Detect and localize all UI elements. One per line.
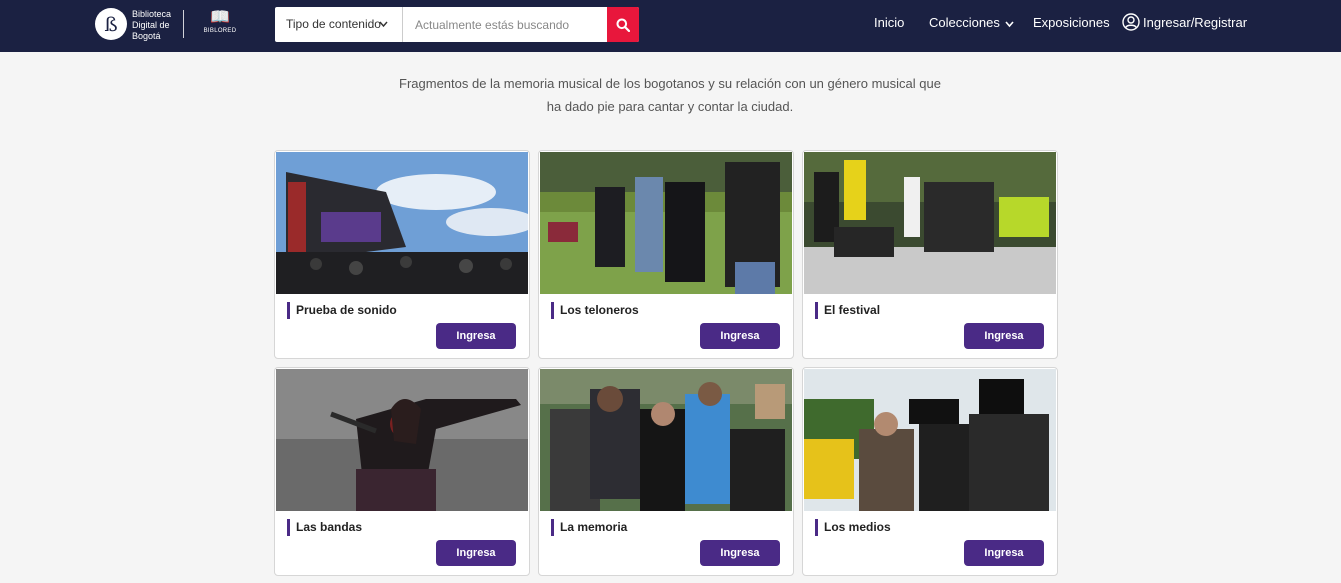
ingresa-button[interactable]: Ingresa bbox=[964, 323, 1044, 349]
card-title: Prueba de sonido bbox=[287, 302, 397, 319]
card-image[interactable] bbox=[276, 152, 528, 294]
card-title: El festival bbox=[815, 302, 880, 319]
content-type-label: Tipo de contenido bbox=[286, 17, 381, 31]
search-button[interactable] bbox=[607, 7, 639, 42]
chevron-down-icon bbox=[1005, 16, 1014, 32]
collection-card: Las bandas Ingresa bbox=[274, 367, 530, 576]
collection-card: Los medios Ingresa bbox=[802, 367, 1058, 576]
search-icon bbox=[616, 18, 630, 32]
search-input[interactable] bbox=[404, 7, 607, 42]
biblored-logo[interactable]: 📖 BIBLORED bbox=[199, 8, 241, 42]
intro-line-1: Fragmentos de la memoria musical de los … bbox=[399, 76, 941, 91]
nav-exposiciones[interactable]: Exposiciones bbox=[1033, 15, 1110, 31]
top-navigation-bar: ß Biblioteca Digital de Bogotá 📖 BIBLORE… bbox=[0, 0, 1341, 52]
card-image[interactable] bbox=[540, 152, 792, 294]
logo-text[interactable]: Biblioteca Digital de Bogotá bbox=[132, 9, 180, 42]
nav-login[interactable]: Ingresar/Registrar bbox=[1122, 13, 1248, 31]
book-icon: 📖 bbox=[210, 9, 230, 26]
nav-inicio[interactable]: Inicio bbox=[874, 15, 904, 31]
card-image[interactable] bbox=[276, 369, 528, 511]
ingresa-button[interactable]: Ingresa bbox=[436, 540, 516, 566]
intro-line-2: ha dado pie para cantar y contar la ciud… bbox=[546, 99, 794, 114]
logo-divider bbox=[183, 10, 184, 38]
nav-colecciones[interactable]: Colecciones bbox=[929, 15, 1014, 32]
ingresa-button[interactable]: Ingresa bbox=[700, 540, 780, 566]
card-image[interactable] bbox=[540, 369, 792, 511]
card-title: Los teloneros bbox=[551, 302, 639, 319]
card-image[interactable] bbox=[804, 369, 1056, 511]
ingresa-button[interactable]: Ingresa bbox=[964, 540, 1044, 566]
login-label: Ingresar/Registrar bbox=[1143, 15, 1248, 30]
ingresa-button[interactable]: Ingresa bbox=[436, 323, 516, 349]
card-title: La memoria bbox=[551, 519, 627, 536]
collection-card: El festival Ingresa bbox=[802, 150, 1058, 359]
biblored-logo-text: BIBLORED bbox=[203, 28, 237, 34]
collection-card: Los teloneros Ingresa bbox=[538, 150, 794, 359]
content-type-select[interactable]: Tipo de contenido bbox=[275, 7, 403, 42]
card-title: Los medios bbox=[815, 519, 891, 536]
collection-card: Prueba de sonido Ingresa bbox=[274, 150, 530, 359]
user-icon bbox=[1122, 13, 1140, 31]
chevron-down-icon bbox=[379, 7, 388, 57]
intro-text: Fragmentos de la memoria musical de los … bbox=[370, 72, 970, 118]
nav-colecciones-label: Colecciones bbox=[929, 15, 1000, 30]
collection-card: La memoria Ingresa bbox=[538, 367, 794, 576]
card-title: Las bandas bbox=[287, 519, 362, 536]
biblioteca-digital-logo-icon[interactable]: ß bbox=[95, 8, 127, 40]
search-bar: Tipo de contenido bbox=[275, 7, 639, 42]
ingresa-button[interactable]: Ingresa bbox=[700, 323, 780, 349]
card-image[interactable] bbox=[804, 152, 1056, 294]
